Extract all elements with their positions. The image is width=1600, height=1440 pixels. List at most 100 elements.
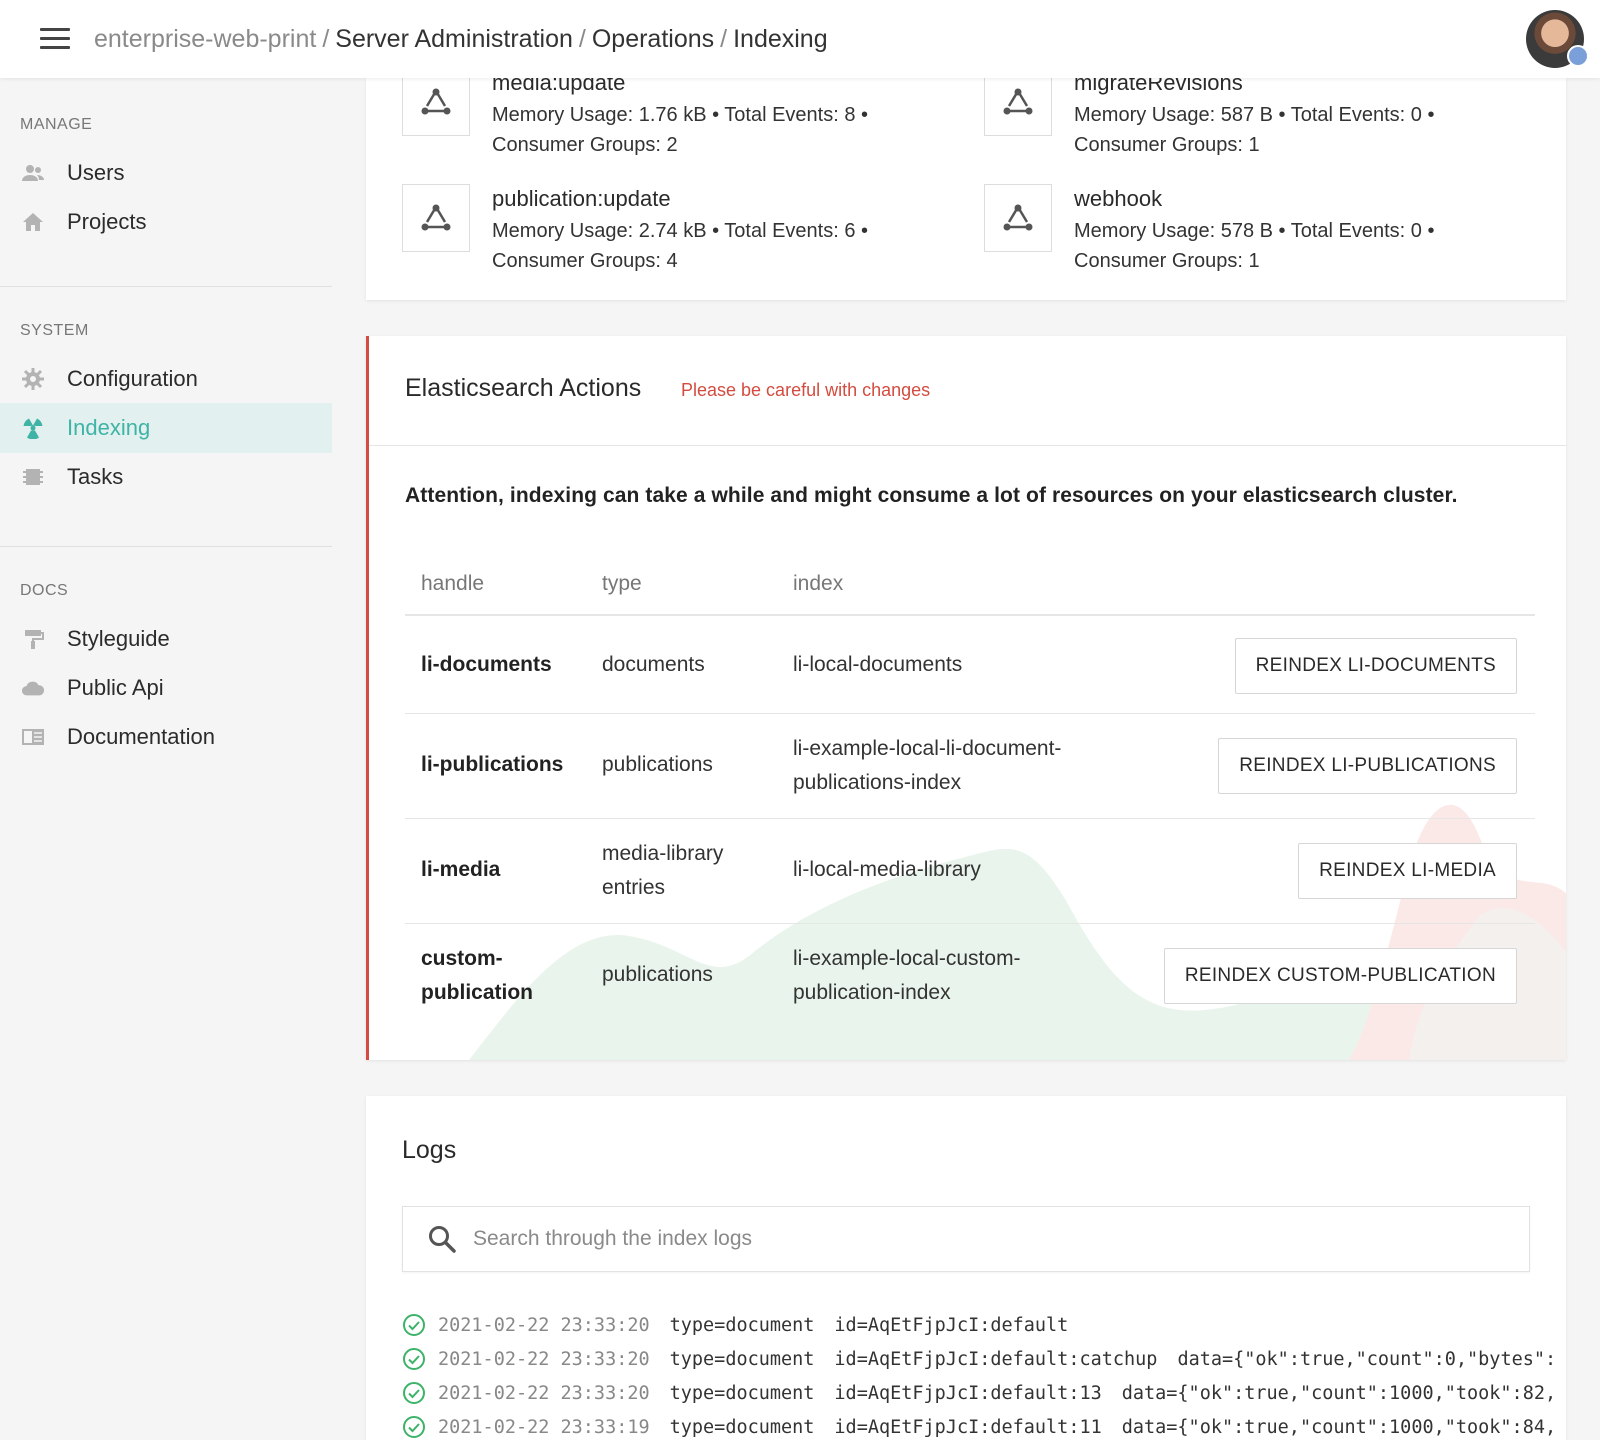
cell-type: documents [602, 648, 705, 682]
sidebar-item-configuration[interactable]: Configuration [0, 354, 332, 404]
sidebar-item-label: Projects [67, 209, 147, 234]
sidebar-item-documentation[interactable]: Documentation [0, 712, 332, 762]
event-streams-card: media:update Memory Usage: 1.76 kB • Tot… [366, 68, 1566, 300]
card-title: Elasticsearch Actions [405, 374, 642, 402]
stream-stats: Memory Usage: 2.74 kB • Total Events: 6 … [492, 216, 892, 276]
log-data: data={"ok":true,"count":1000,"took":84, [1121, 1416, 1557, 1438]
cell-text: li-example-local-li-document- [793, 737, 1062, 760]
sidebar-item-label: Public Api [67, 675, 164, 700]
cell-text: li-local-media-library [793, 858, 981, 881]
table-row: li-publications publications li-example-… [405, 714, 1535, 819]
cell-index: li-example-local-custom-publication-inde… [793, 942, 1021, 1010]
card-header: Elasticsearch Actions Please be careful … [369, 336, 1566, 446]
log-entry: 2021-02-22 23:33:20 type=document id=AqE… [402, 1376, 1556, 1410]
menu-icon[interactable] [40, 28, 70, 50]
sidebar-item-users[interactable]: Users [0, 148, 332, 198]
breadcrumb-server-administration[interactable]: Server Administration [335, 25, 573, 53]
success-check-icon [403, 1382, 425, 1404]
cell-type: media-library entries [602, 837, 723, 905]
cell-text: li-local-documents [793, 653, 963, 676]
log-data: data={"ok":true,"count":1000,"took":82, [1121, 1382, 1557, 1404]
sidebar-item-label: Tasks [67, 464, 124, 489]
gear-icon [21, 367, 45, 391]
sidebar: MANAGE Users Projects SYSTEM Configurati… [0, 78, 332, 1440]
log-id: id=AqEtFjpJcI:default:11 [834, 1416, 1102, 1438]
column-header-handle: handle [421, 572, 485, 595]
sidebar-divider [0, 286, 332, 287]
stream-name: publication:update [492, 186, 671, 211]
sidebar-item-label: Styleguide [67, 626, 170, 651]
log-search [402, 1206, 1530, 1272]
elasticsearch-actions-card: Elasticsearch Actions Please be careful … [366, 336, 1566, 1060]
log-type: type=document [669, 1314, 815, 1336]
sidebar-item-public-api[interactable]: Public Api [0, 663, 332, 713]
log-timestamp: 2021-02-22 23:33:20 [438, 1382, 650, 1404]
hub-icon [984, 68, 1052, 136]
sidebar-item-label: Indexing [67, 415, 151, 440]
cell-text: custom- [421, 947, 503, 970]
stream-stats-line: Consumer Groups: 1 [1074, 250, 1260, 272]
log-data: data={"ok":true,"count":0,"bytes": [1177, 1348, 1557, 1370]
log-timestamp: 2021-02-22 23:33:19 [438, 1416, 650, 1438]
sidebar-item-label: Users [67, 160, 125, 185]
cell-handle: li-publications [421, 748, 563, 782]
cell-handle: li-documents [421, 648, 552, 682]
stream-stats-line: Consumer Groups: 4 [492, 250, 678, 272]
stream-stats-line: Memory Usage: 578 B • Total Events: 0 • [1074, 220, 1435, 242]
cell-text: publications [602, 963, 713, 986]
stream-stats: Memory Usage: 587 B • Total Events: 0 • C… [1074, 100, 1474, 160]
cell-type: publications [602, 748, 713, 782]
sidebar-item-styleguide[interactable]: Styleguide [0, 614, 332, 664]
sidebar-divider [0, 546, 332, 547]
reindex-li-documents-button[interactable]: REINDEX LI-DOCUMENTS [1234, 638, 1517, 694]
cell-handle: custom-publication [421, 942, 533, 1010]
chip-icon [21, 465, 45, 489]
hub-icon [984, 184, 1052, 252]
column-header-index: index [793, 572, 844, 595]
breadcrumb-operations[interactable]: Operations [592, 25, 714, 53]
cloud-icon [21, 676, 45, 700]
users-icon [21, 161, 45, 185]
stream-stats-line: Memory Usage: 2.74 kB • Total Events: 6 … [492, 220, 869, 242]
paint-roller-icon [21, 627, 45, 651]
log-type: type=document [669, 1416, 815, 1438]
reindex-li-media-button[interactable]: REINDEX LI-MEDIA [1298, 843, 1517, 899]
warning-text: Please be careful with changes [681, 380, 931, 400]
success-check-icon [403, 1314, 425, 1336]
stream-name: webhook [1074, 186, 1163, 211]
breadcrumb-root[interactable]: enterprise-web-print [94, 25, 316, 53]
cell-type: publications [602, 958, 713, 992]
success-check-icon [403, 1416, 425, 1438]
breadcrumb-separator: / [322, 25, 330, 53]
log-id: id=AqEtFjpJcI:default:13 [834, 1382, 1102, 1404]
table-row: li-media media-library entries li-local-m… [405, 819, 1535, 924]
sidebar-item-tasks[interactable]: Tasks [0, 452, 332, 502]
cell-index: li-local-media-library [793, 853, 981, 887]
book-icon [21, 725, 45, 749]
cell-text: entries [602, 876, 666, 899]
radiation-icon [21, 416, 45, 440]
hub-icon [402, 68, 470, 136]
search-input[interactable] [473, 1227, 1473, 1251]
breadcrumb-indexing: Indexing [733, 25, 828, 53]
sidebar-heading-docs: DOCS [20, 582, 69, 599]
breadcrumb: enterprise-web-print / Server Administrati… [94, 22, 828, 56]
search-icon [429, 1226, 456, 1253]
home-icon [21, 210, 45, 234]
column-header-type: type [602, 572, 642, 595]
table-header: handle type index [405, 556, 1535, 616]
log-timestamp: 2021-02-22 23:33:20 [438, 1314, 650, 1336]
breadcrumb-separator: / [578, 25, 586, 53]
cell-index: li-local-documents [793, 648, 962, 682]
sidebar-item-projects[interactable]: Projects [0, 197, 332, 247]
sidebar-item-indexing[interactable]: Indexing [0, 403, 332, 453]
reindex-li-publications-button[interactable]: REINDEX LI-PUBLICATIONS [1218, 738, 1517, 794]
reindex-custom-publication-button[interactable]: REINDEX CUSTOM-PUBLICATION [1163, 948, 1517, 1004]
cell-text: li-media [421, 858, 501, 881]
cell-text: publications-index [793, 771, 962, 794]
stream-stats: Memory Usage: 1.76 kB • Total Events: 8 … [492, 100, 892, 160]
cell-text: documents [602, 653, 705, 676]
table-row: li-documents documents li-local-document… [405, 618, 1535, 714]
log-id: id=AqEtFjpJcI:default:catchup [834, 1348, 1158, 1370]
top-bar: enterprise-web-print / Server Administrati… [0, 0, 1600, 78]
